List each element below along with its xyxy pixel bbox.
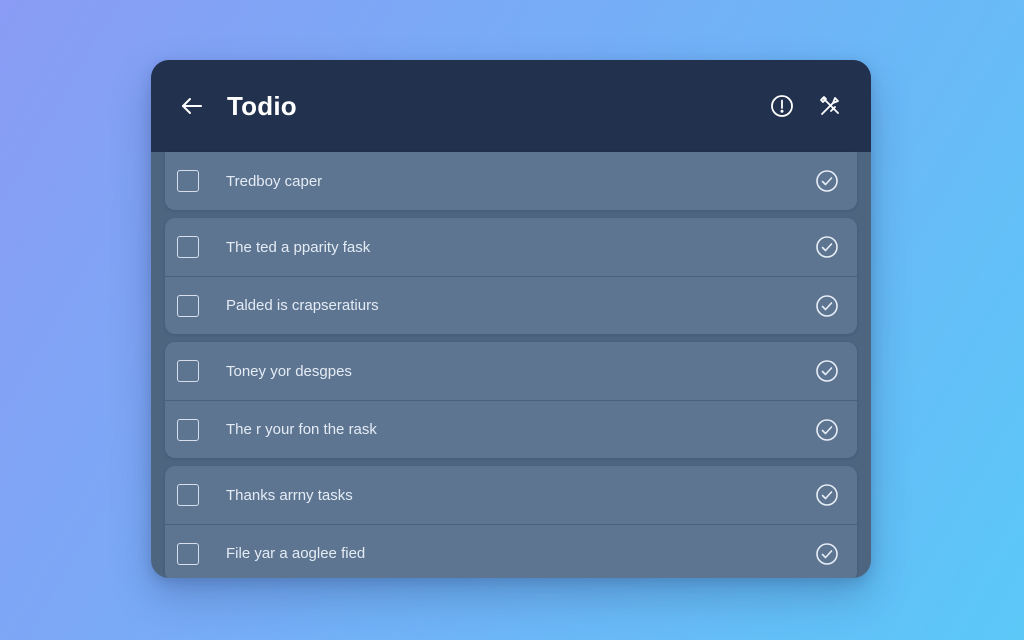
task-label: Tredboy caper	[226, 172, 323, 190]
info-icon	[771, 95, 793, 117]
complete-button[interactable]	[815, 294, 839, 318]
task-list: Tredboy caper The ted a pparity fask Pal…	[151, 152, 871, 578]
task-checkbox[interactable]	[177, 418, 199, 441]
complete-button[interactable]	[815, 169, 839, 193]
check-circle-icon	[816, 236, 838, 258]
info-button[interactable]	[769, 93, 795, 119]
page-title: Todio	[227, 90, 297, 121]
complete-button[interactable]	[815, 359, 839, 383]
task-label: Toney yor desgpes	[226, 362, 352, 380]
task-checkbox[interactable]	[177, 170, 199, 192]
list-item[interactable]: Thanks arrny tasks	[165, 466, 857, 524]
back-button[interactable]	[179, 93, 205, 119]
check-circle-icon	[816, 170, 838, 192]
task-checkbox[interactable]	[177, 484, 199, 506]
list-item[interactable]: File yar a aoglee fied	[165, 524, 857, 578]
arrow-left-icon	[182, 98, 202, 114]
check-circle-icon	[816, 360, 838, 382]
tools-icon	[820, 96, 839, 115]
complete-button[interactable]	[815, 418, 839, 442]
task-group: Thanks arrny tasks File yar a aoglee fie…	[165, 466, 857, 578]
list-item[interactable]: Tredboy caper	[165, 152, 857, 210]
list-item[interactable]: The r your fon the rask	[165, 400, 857, 458]
task-group: The ted a pparity fask Palded is crapser…	[165, 218, 857, 334]
todo-window: Todio Tredboy caper The ted a pparity fa…	[151, 60, 871, 578]
task-checkbox[interactable]	[177, 542, 199, 565]
task-label: Thanks arrny tasks	[226, 486, 353, 504]
check-circle-icon	[816, 418, 838, 441]
task-checkbox[interactable]	[177, 294, 199, 317]
task-label: The r your fon the rask	[226, 421, 377, 438]
task-group: Toney yor desgpes The r your fon the ras…	[165, 342, 857, 458]
task-label: File yar a aoglee fied	[226, 545, 366, 562]
task-group: Tredboy caper	[165, 152, 857, 210]
check-circle-icon	[816, 294, 838, 317]
tools-button[interactable]	[817, 93, 843, 119]
task-checkbox[interactable]	[177, 360, 199, 382]
task-label: The ted a pparity fask	[226, 238, 371, 256]
list-item[interactable]: The ted a pparity fask	[165, 218, 857, 276]
list-item[interactable]: Toney yor desgpes	[165, 342, 857, 400]
task-checkbox[interactable]	[177, 236, 199, 258]
app-header: Todio	[151, 60, 871, 152]
complete-button[interactable]	[815, 483, 839, 507]
task-label: Palded is crapseratiurs	[226, 297, 379, 314]
complete-button[interactable]	[815, 235, 839, 259]
check-circle-icon	[816, 484, 838, 506]
check-circle-icon	[816, 542, 838, 565]
list-item[interactable]: Palded is crapseratiurs	[165, 276, 857, 334]
complete-button[interactable]	[815, 542, 839, 566]
